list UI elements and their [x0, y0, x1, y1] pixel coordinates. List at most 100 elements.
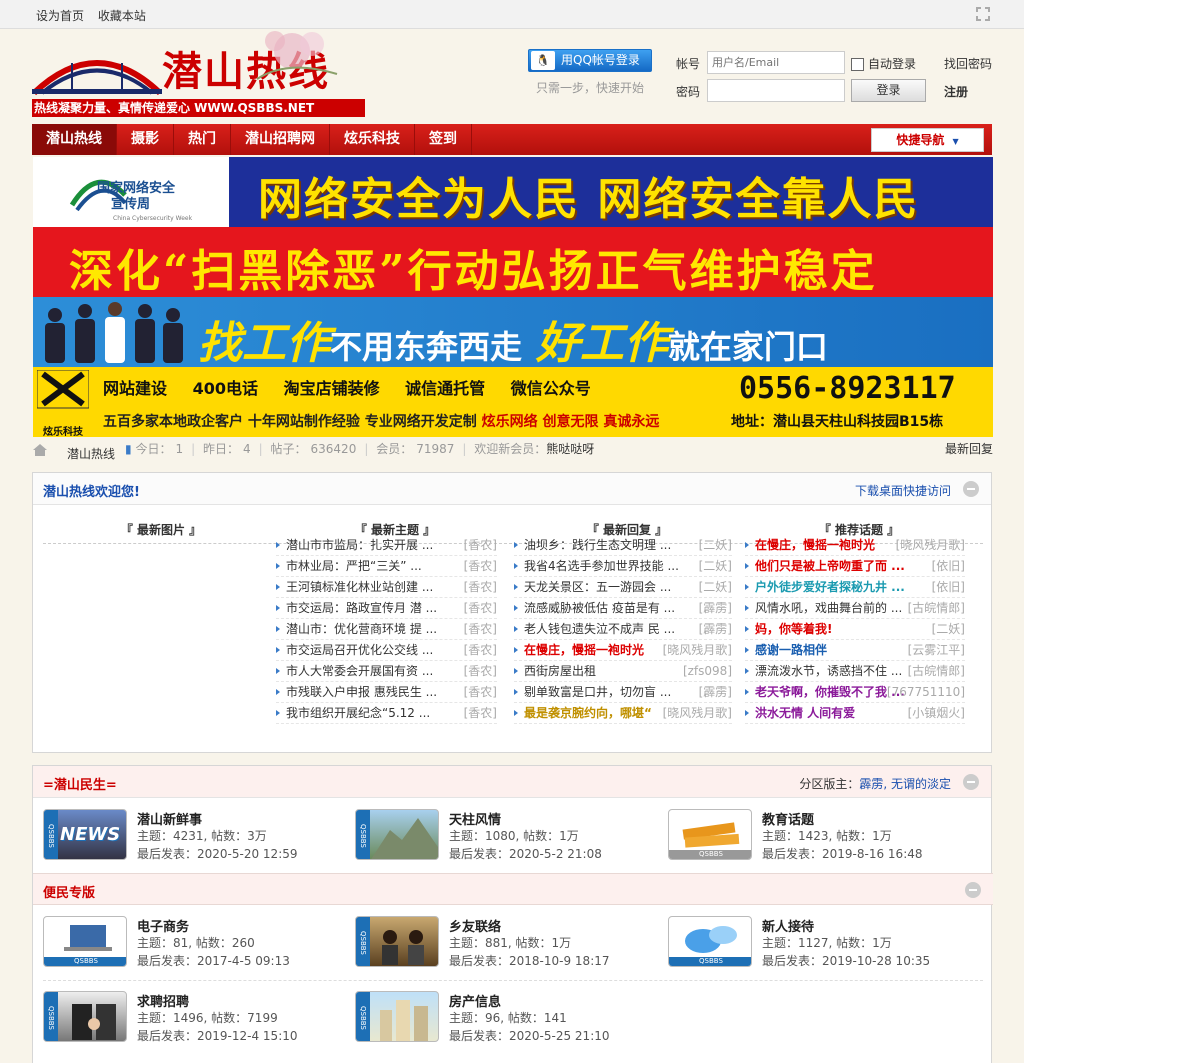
list-item-author[interactable]: [香农] [464, 619, 497, 640]
list-item[interactable]: 潜山市市监局：扎实开展 ... [香农] [276, 535, 497, 556]
list-item[interactable]: 最是袭京腕约向，哪堪“[晓风残月歌] [514, 703, 732, 724]
qq-login-button[interactable]: 🐧 用QQ帐号登录 [528, 49, 652, 72]
bookmark-link[interactable]: 收藏本站 [98, 9, 146, 23]
list-item[interactable]: 市交运局：路政宣传月 潜 ... [香农] [276, 598, 497, 619]
list-item-title[interactable]: 漂流泼水节，诱惑挡不住 ... [755, 661, 902, 682]
forum-item[interactable]: QSBBS NEWS 潜山新鲜事 主题：4231, 帖数：3万 最后发表：202… [43, 809, 343, 865]
list-item-title[interactable]: 在慢庄，慢摇一袍时光 [524, 640, 644, 661]
list-item-author[interactable]: [晓风残月歌] [663, 640, 732, 661]
forum-name[interactable]: 新人接待 [762, 916, 814, 935]
fullscreen-icon[interactable] [975, 6, 991, 22]
list-item[interactable]: 西街房屋出租[zfs098] [514, 661, 732, 682]
forum-item[interactable]: QSBBS 教育话题 主题：1423, 帖数：1万 最后发表：2019-8-16… [668, 809, 968, 865]
list-item[interactable]: 剔单致富是口井，切勿盲 ...[霹雳] [514, 682, 732, 703]
list-item-author[interactable]: [小镇烟火] [908, 703, 965, 724]
list-item-title[interactable]: 感谢一路相伴 [755, 640, 827, 661]
list-item-title[interactable]: 老人钱包遗失泣不成声 民 ... [524, 619, 675, 640]
site-logo[interactable]: 潜山热线 热线凝聚力量、真情传递爱心 WWW.QSBBS.NET [32, 29, 472, 121]
account-input[interactable] [707, 51, 845, 74]
list-item[interactable]: 油坝乡：践行生态文明理 ... [二妖] [514, 535, 732, 556]
list-item[interactable]: 市人大常委会开展国有资 ...[香农] [276, 661, 497, 682]
list-item-author[interactable]: [二妖] [699, 577, 732, 598]
forum-name[interactable]: 潜山新鲜事 [137, 809, 202, 828]
list-item-author[interactable]: [香农] [464, 640, 497, 661]
breadcrumb[interactable]: 潜山热线 [67, 445, 115, 462]
list-item-title[interactable]: 我省4名选手参加世界技能 ... [524, 556, 679, 577]
list-item-author[interactable]: [香农] [464, 535, 497, 556]
list-item-title[interactable]: 市交运局：路政宣传月 潜 ... [286, 598, 437, 619]
list-item[interactable]: 我省4名选手参加世界技能 ... [二妖] [514, 556, 732, 577]
list-item-author[interactable]: [依旧] [932, 556, 965, 577]
nav-item-jobs[interactable]: 潜山招聘网 [231, 124, 330, 155]
forum-item[interactable]: QSBBS 求聘招聘 主题：1496, 帖数：7199 最后发表：2019-12… [43, 991, 343, 1047]
list-item-author[interactable]: [晓风残月歌] [896, 535, 965, 556]
login-button[interactable]: 登录 [851, 79, 926, 102]
forum-item[interactable]: QSBBS 电子商务 主题：81, 帖数：260 最后发表：2017-4-5 0… [43, 916, 343, 972]
list-item[interactable]: 在慢庄，慢摇一袍时光 [晓风残月歌] [514, 640, 732, 661]
find-password-link[interactable]: 找回密码 [944, 55, 992, 72]
list-item-title[interactable]: 风情水吼，戏曲舞台前的 ... [755, 598, 902, 619]
list-item[interactable]: 老天爷啊，你摧毁不了我 ...[767751110] [745, 682, 965, 703]
nav-item-xuanle[interactable]: 炫乐科技 [330, 124, 415, 155]
banner-xuanle[interactable]: 炫乐科技 网站建设 400电话 淘宝店铺装修 诚信通托管 微信公众号 五百多家本… [33, 367, 993, 437]
list-item[interactable]: 市交运局召开优化公交线 ... [香农] [276, 640, 497, 661]
list-item-title[interactable]: 最是袭京腕约向，哪堪“ [524, 703, 652, 724]
list-item-author[interactable]: [霹雳] [699, 682, 732, 703]
moderator-links[interactable]: 霹雳, 无谓的淡定 [859, 777, 951, 791]
list-item-title[interactable]: 市交运局召开优化公交线 ... [286, 640, 433, 661]
nav-item-hot[interactable]: 热门 [174, 124, 231, 155]
list-item[interactable]: 流感威胁被低估 疫苗是有 ... [霹雳] [514, 598, 732, 619]
list-item-title[interactable]: 市残联入户申报 惠残民生 ... [286, 682, 437, 703]
list-item-author[interactable]: [香农] [464, 577, 497, 598]
collapse-icon[interactable] [965, 882, 981, 898]
list-item-title[interactable]: 潜山市：优化营商环境 提 ... [286, 619, 437, 640]
list-item-title[interactable]: 在慢庄，慢摇一袍时光 [755, 535, 875, 556]
list-item-title[interactable]: 天龙关景区：五一游园会 ... [524, 577, 671, 598]
home-icon[interactable] [33, 444, 47, 456]
forum-name[interactable]: 教育话题 [762, 809, 814, 828]
list-item-title[interactable]: 户外徒步爱好者探秘九井 ... [755, 577, 905, 598]
list-item[interactable]: 我市组织开展纪念“5.12 ...[香农] [276, 703, 497, 724]
list-item-author[interactable]: [二妖] [699, 535, 732, 556]
download-shortcut-link[interactable]: 下载桌面快捷访问 [855, 482, 951, 499]
password-input[interactable] [707, 79, 845, 102]
auto-login-checkbox[interactable] [851, 58, 864, 71]
list-item-title[interactable]: 他们只是被上帝吻重了而 ... [755, 556, 905, 577]
list-item-title[interactable]: 我市组织开展纪念“5.12 ... [286, 703, 430, 724]
list-item[interactable]: 在慢庄，慢摇一袍时光 [晓风残月歌] [745, 535, 965, 556]
collapse-icon[interactable] [963, 774, 979, 790]
nav-item-checkin[interactable]: 签到 [415, 124, 472, 155]
forum-item[interactable]: QSBBS 新人接待 主题：1127, 帖数：1万 最后发表：2019-10-2… [668, 916, 968, 972]
collapse-icon[interactable] [963, 481, 979, 497]
list-item[interactable]: 老人钱包遗失泣不成声 民 ... [霹雳] [514, 619, 732, 640]
list-item[interactable]: 感谢一路相伴 [云雾江平] [745, 640, 965, 661]
list-item[interactable]: 天龙关景区：五一游园会 ... [二妖] [514, 577, 732, 598]
list-item[interactable]: 妈，你等着我![二妖] [745, 619, 965, 640]
banner-jobs[interactable]: 找工作不用东奔西走 好工作就在家门口 [33, 297, 993, 367]
nav-item-photo[interactable]: 摄影 [117, 124, 174, 155]
list-item-title[interactable]: 流感威胁被低估 疫苗是有 ... [524, 598, 675, 619]
list-item-author[interactable]: [霹雳] [699, 598, 732, 619]
list-item-author[interactable]: [古皖情郎] [908, 598, 965, 619]
list-item-author[interactable]: [云雾江平] [908, 640, 965, 661]
list-item-author[interactable]: [二妖] [699, 556, 732, 577]
list-item[interactable]: 洪水无情 人间有爱 [小镇烟火] [745, 703, 965, 724]
list-item-title[interactable]: 妈，你等着我! [755, 619, 832, 640]
banner-cybersecurity[interactable]: 国家网络安全 宣传周 China Cybersecurity Week 网络安全… [33, 157, 993, 227]
forum-item[interactable]: QSBBS 房产信息 主题：96, 帖数：141 最后发表：2020-5-25 … [355, 991, 655, 1047]
register-link[interactable]: 注册 [944, 83, 968, 100]
list-item-author[interactable]: [香农] [464, 682, 497, 703]
latest-reply-link[interactable]: 最新回复 [945, 440, 993, 457]
list-item-title[interactable]: 潜山市市监局：扎实开展 ... [286, 535, 433, 556]
list-item-author[interactable]: [香农] [464, 661, 497, 682]
forum-name[interactable]: 房产信息 [449, 991, 501, 1010]
forum-name[interactable]: 电子商务 [137, 916, 189, 935]
list-item-author[interactable]: [香农] [464, 598, 497, 619]
list-item-title[interactable]: 洪水无情 人间有爱 [755, 703, 855, 724]
new-member-link[interactable]: 熊哒哒呀 [546, 442, 594, 456]
banner-anti-crime[interactable]: 深化“扫黑除恶”行动弘扬正气维护稳定 [33, 227, 993, 297]
list-item[interactable]: 市残联入户申报 惠残民生 ... [香农] [276, 682, 497, 703]
list-item-author[interactable]: [霹雳] [699, 619, 732, 640]
list-item-title[interactable]: 油坝乡：践行生态文明理 ... [524, 535, 671, 556]
list-item-title[interactable]: 王河镇标准化林业站创建 ... [286, 577, 433, 598]
